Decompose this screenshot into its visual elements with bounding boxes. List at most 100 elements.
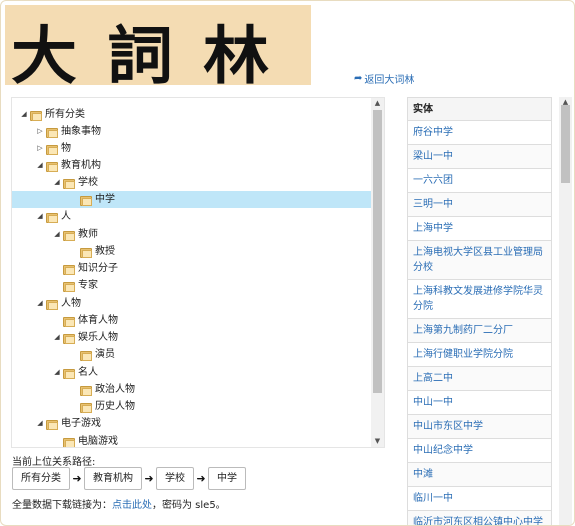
tree-node-label: 人 bbox=[61, 211, 71, 222]
category-tree: ◢ 所有分类 ▷ 抽象事物 ▷ 物 ◢ 教育机构 ◢ 学校 中学 ◢ 人 ◢ 教… bbox=[12, 98, 372, 447]
list-item[interactable]: 中滩 bbox=[407, 463, 552, 487]
arrow-right-icon: ➜ bbox=[196, 472, 206, 485]
folder-icon bbox=[46, 127, 58, 138]
category-tree-panel: ◢ 所有分类 ▷ 抽象事物 ▷ 物 ◢ 教育机构 ◢ 学校 中学 ◢ 人 ◢ 教… bbox=[11, 97, 385, 448]
folder-icon bbox=[63, 264, 75, 275]
tree-node[interactable]: 演员 bbox=[68, 346, 115, 363]
tree-node[interactable]: ◢ 所有分类 bbox=[18, 106, 85, 123]
entity-list-header: 实体 bbox=[407, 97, 552, 121]
download-note: 全量数据下载链接为：点击此处，密码为 sle5。 bbox=[12, 496, 226, 511]
tree-node-label: 电子游戏 bbox=[61, 418, 101, 429]
expand-caret-icon[interactable]: ◢ bbox=[18, 106, 30, 123]
scroll-down-icon[interactable]: ▼ bbox=[371, 436, 384, 447]
arrow-right-icon: ➜ bbox=[144, 472, 154, 485]
tree-node[interactable]: ◢ 名人 bbox=[51, 364, 98, 381]
list-item[interactable]: 三明一中 bbox=[407, 193, 552, 217]
expand-caret-icon[interactable]: ◢ bbox=[51, 174, 63, 191]
tree-node[interactable]: ◢ 人 bbox=[34, 208, 71, 225]
tree-node[interactable]: ◢ 学校 bbox=[51, 174, 98, 191]
tree-node-label: 所有分类 bbox=[45, 109, 85, 120]
list-item[interactable]: 上海第九制药厂二分厂 bbox=[407, 319, 552, 343]
tree-node-label: 知识分子 bbox=[78, 263, 118, 274]
tree-node-label: 人物 bbox=[61, 298, 81, 309]
tree-node[interactable]: ◢ 娱乐人物 bbox=[51, 329, 118, 346]
breadcrumb-item[interactable]: 所有分类 bbox=[12, 467, 70, 490]
folder-icon bbox=[63, 178, 75, 189]
download-suffix: ，密码为 sle5。 bbox=[152, 500, 226, 511]
tree-node-label: 物 bbox=[61, 143, 71, 154]
list-item[interactable]: 一六六团 bbox=[407, 169, 552, 193]
folder-icon bbox=[46, 161, 58, 172]
tree-node-label: 政治人物 bbox=[95, 384, 135, 395]
back-link[interactable]: ➦ 返回大词林 bbox=[354, 71, 414, 86]
list-item[interactable]: 上海中学 bbox=[407, 217, 552, 241]
breadcrumb-item[interactable]: 教育机构 bbox=[84, 467, 142, 490]
list-item[interactable]: 上海电视大学区县工业管理局分校 bbox=[407, 241, 552, 280]
list-item[interactable]: 临沂市河东区相公镇中心中学 bbox=[407, 511, 552, 525]
expand-caret-icon[interactable]: ◢ bbox=[34, 415, 46, 432]
expand-caret-icon[interactable]: ▷ bbox=[34, 140, 46, 157]
list-item[interactable]: 临川一中 bbox=[407, 487, 552, 511]
tree-node[interactable]: ▷ 物 bbox=[34, 140, 71, 157]
tree-node[interactable]: ◢ 教师 bbox=[51, 226, 98, 243]
tree-node-label: 教师 bbox=[78, 229, 98, 240]
folder-icon bbox=[80, 247, 92, 258]
tree-node[interactable]: ◢ 电子游戏 bbox=[34, 415, 101, 432]
scroll-up-icon[interactable]: ▲ bbox=[371, 98, 384, 109]
expand-caret-icon[interactable]: ◢ bbox=[51, 226, 63, 243]
tree-node[interactable]: 政治人物 bbox=[68, 381, 135, 398]
expand-caret-icon[interactable]: ◢ bbox=[34, 295, 46, 312]
tree-node[interactable]: 教授 bbox=[68, 243, 115, 260]
tree-node[interactable]: 历史人物 bbox=[68, 398, 135, 415]
tree-node[interactable]: ▷ 抽象事物 bbox=[34, 123, 101, 140]
expand-caret-icon[interactable]: ◢ bbox=[34, 208, 46, 225]
folder-icon bbox=[63, 230, 75, 241]
entity-list: 实体 府谷中学 梁山一中 一六六团 三明一中 上海中学 上海电视大学区县工业管理… bbox=[407, 97, 552, 525]
breadcrumb-item[interactable]: 学校 bbox=[156, 467, 194, 490]
tree-node-label: 娱乐人物 bbox=[78, 332, 118, 343]
return-arrow-icon: ➦ bbox=[354, 73, 363, 84]
tree-node-selected[interactable]: 中学 bbox=[12, 191, 372, 208]
folder-icon bbox=[63, 281, 75, 292]
list-item[interactable]: 上海科教文发展进修学院华灵分院 bbox=[407, 280, 552, 319]
tree-node[interactable]: ◢ 人物 bbox=[34, 295, 81, 312]
tree-node-label: 电脑游戏 bbox=[78, 436, 118, 447]
tree-node-label: 体育人物 bbox=[78, 315, 118, 326]
expand-caret-icon[interactable]: ▷ bbox=[34, 123, 46, 140]
tree-node[interactable]: 知识分子 bbox=[51, 260, 118, 277]
folder-icon bbox=[63, 333, 75, 344]
folder-icon bbox=[80, 385, 92, 396]
expand-caret-icon[interactable]: ◢ bbox=[34, 157, 46, 174]
list-item[interactable]: 府谷中学 bbox=[407, 121, 552, 145]
tree-node[interactable]: 电脑游戏 bbox=[51, 433, 118, 447]
list-item[interactable]: 上高二中 bbox=[407, 367, 552, 391]
tree-node[interactable]: ◢ 教育机构 bbox=[34, 157, 101, 174]
tree-node[interactable]: 专家 bbox=[51, 277, 98, 294]
folder-icon bbox=[63, 437, 75, 447]
tree-node-label: 中学 bbox=[95, 194, 115, 205]
breadcrumb-item[interactable]: 中学 bbox=[208, 467, 246, 490]
list-item[interactable]: 上海行健职业学院分院 bbox=[407, 343, 552, 367]
arrow-right-icon: ➜ bbox=[72, 472, 82, 485]
folder-icon bbox=[30, 110, 42, 121]
scrollbar-thumb[interactable] bbox=[373, 110, 382, 393]
expand-caret-icon[interactable]: ◢ bbox=[51, 329, 63, 346]
download-prefix: 全量数据下载链接为： bbox=[12, 500, 112, 511]
breadcrumb: 所有分类 ➜ 教育机构 ➜ 学校 ➜ 中学 bbox=[12, 467, 246, 490]
list-item[interactable]: 中山纪念中学 bbox=[407, 439, 552, 463]
download-link[interactable]: 点击此处 bbox=[112, 500, 152, 511]
path-label: 当前上位关系路径: bbox=[12, 457, 96, 468]
folder-icon bbox=[80, 195, 92, 206]
tree-node-label: 学校 bbox=[78, 177, 98, 188]
tree-node[interactable]: 体育人物 bbox=[51, 312, 118, 329]
list-item[interactable]: 中山一中 bbox=[407, 391, 552, 415]
expand-caret-icon[interactable]: ◢ bbox=[51, 364, 63, 381]
list-item[interactable]: 梁山一中 bbox=[407, 145, 552, 169]
tree-scrollbar[interactable]: ▲ ▼ bbox=[371, 98, 384, 447]
folder-icon bbox=[63, 316, 75, 327]
list-item[interactable]: 中山市东区中学 bbox=[407, 415, 552, 439]
entity-scrollbar[interactable]: ▲ bbox=[559, 97, 572, 525]
back-link-label: 返回大词林 bbox=[364, 75, 415, 86]
scrollbar-thumb[interactable] bbox=[561, 105, 570, 183]
folder-icon bbox=[80, 350, 92, 361]
